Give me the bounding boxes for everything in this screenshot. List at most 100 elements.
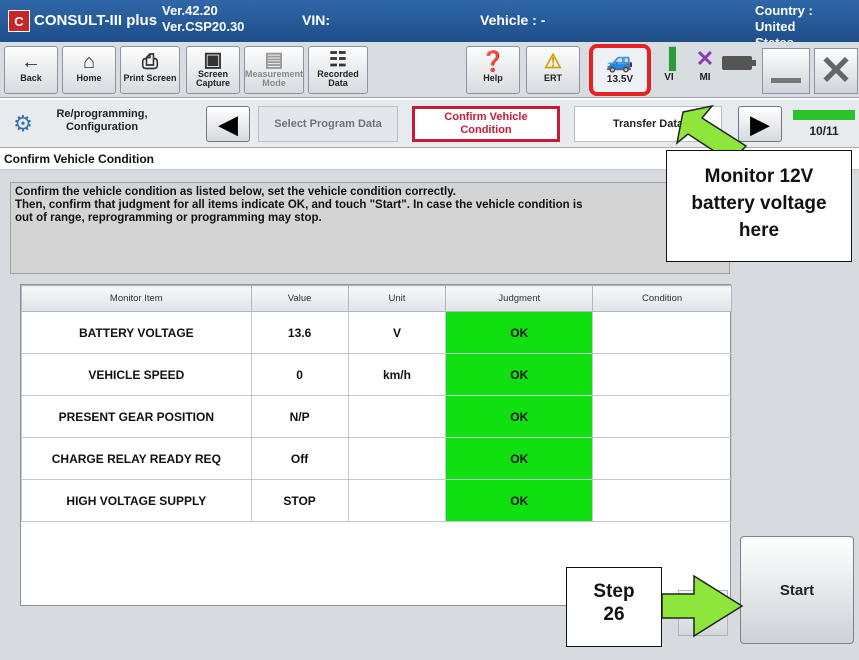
progress-bar [793,110,855,120]
monitor-callout-line-1: Monitor 12V [704,166,814,187]
monitor-condition [592,395,732,438]
reprogramming-icon: ⚙ [13,111,33,136]
back-arrow-icon: ← [21,51,41,73]
monitor-unit [347,395,447,438]
measurement-icon: ▤ [264,49,284,71]
camera-icon: ▣ [203,49,223,71]
vehicle-label: Vehicle : - [480,12,546,28]
instruction-line-1: Confirm the vehicle condition as listed … [15,186,456,198]
judgment-ok: OK [445,395,594,438]
mi-indicator[interactable]: ✕ MI [690,46,720,94]
vi-indicator[interactable]: ▐ VI [654,46,684,94]
minimize-button[interactable] [762,48,810,94]
measurement-mode-button[interactable]: ▤ Measurement Mode [244,46,304,94]
back-button[interactable]: ← Back [4,46,58,94]
breadcrumb-line-2: Configuration [65,121,139,133]
table-row: HIGH VOLTAGE SUPPLY STOP OK [21,479,732,522]
monitor-value: N/P [250,395,349,438]
table-header-row: Monitor Item Value Unit Judgment Conditi… [21,285,732,312]
recorded-data-button[interactable]: ☷ Recorded Data [308,46,368,94]
column-header-judgment: Judgment [445,285,594,312]
printer-icon: ⎙ [142,51,158,73]
vehicle-battery-indicator[interactable]: 🚙 13.5V [589,44,651,96]
table-row: VEHICLE SPEED 0 km/h OK [21,353,732,396]
step-bar: ⚙ Re/programming, Configuration ◀ Select… [0,100,859,148]
breadcrumb: Re/programming, Configuration [46,108,158,134]
measurement-label-2: Mode [262,78,286,88]
battery-icon [722,56,756,70]
monitor-value: Off [250,437,349,480]
ert-button[interactable]: ⚠ ERT [526,46,580,94]
back-label: Back [20,73,42,83]
start-button[interactable]: Start [740,536,854,644]
monitor-item: PRESENT GEAR POSITION [21,395,252,438]
step-select-program-data: Select Program Data [258,106,398,142]
monitor-condition [592,437,732,480]
next-step-button[interactable]: ▶ [738,106,782,142]
car-icon: 🚙 [606,48,634,73]
version-line-2: Ver.CSP20.30 [162,19,245,34]
step-select-program-data-label: Select Program Data [274,117,382,130]
monitor-voltage-callout: Monitor 12V battery voltage here [666,150,852,262]
monitor-item: VEHICLE SPEED [21,353,252,396]
toolbar: ← Back ⌂ Home ⎙ Print Screen ▣ Screen Ca… [0,42,859,98]
previous-step-button[interactable]: ◀ [206,106,250,142]
disconnected-x-icon: ✕ [695,46,715,71]
monitor-value: 0 [250,353,349,396]
monitor-callout-line-3: here [738,220,780,241]
country-line-1: Country : United [755,3,813,34]
column-header-unit: Unit [347,285,447,312]
version-line-1: Ver.42.20 [162,3,218,18]
battery-voltage-readout: 13.5V [606,74,634,85]
judgment-ok: OK [445,311,594,354]
step-transfer-data-label: Transfer Data [612,117,684,130]
monitor-unit [347,479,447,522]
judgment-ok: OK [445,479,594,522]
table-row: CHARGE RELAY READY REQ Off OK [21,437,732,480]
table-row: PRESENT GEAR POSITION N/P OK [21,395,732,438]
column-header-condition: Condition [592,285,732,312]
monitor-callout-line-2: battery voltage [691,193,827,214]
step-confirm-vehicle-condition: Confirm Vehicle Condition [412,106,560,142]
screen-capture-label-2: Capture [195,78,230,88]
step-current-line-2: Condition [460,124,512,136]
table-row: BATTERY VOLTAGE 13.6 V OK [21,311,732,354]
step-current-line-1: Confirm Vehicle [444,111,528,123]
help-button[interactable]: ❓ Help [466,46,520,94]
recorded-label-2: Data [328,78,348,88]
screen-capture-button[interactable]: ▣ Screen Capture [186,46,240,94]
column-header-monitor-item: Monitor Item [21,285,252,312]
warning-icon: ⚠ [544,51,562,73]
judgment-ok: OK [445,437,594,480]
monitor-data-table: Monitor Item Value Unit Judgment Conditi… [21,285,732,522]
title-bar: C CONSULT-III plus Ver.42.20 Ver.CSP20.3… [0,0,859,50]
home-button[interactable]: ⌂ Home [62,46,116,94]
ert-label: ERT [544,73,562,83]
monitor-item: BATTERY VOLTAGE [21,311,252,354]
column-header-value: Value [250,285,349,312]
monitor-value: STOP [250,479,349,522]
mi-label: MI [699,72,711,83]
monitor-unit [347,437,447,480]
home-icon: ⌂ [82,51,96,73]
print-screen-label: Print Screen [123,73,177,83]
judgment-ok: OK [445,353,594,396]
recorded-data-icon: ☷ [329,49,347,71]
vi-label: VI [664,72,674,83]
help-label: Help [483,73,503,83]
step-callout-line-2: 26 [603,604,625,625]
monitor-value: 13.6 [250,311,349,354]
monitor-unit: V [347,311,447,354]
breadcrumb-line-1: Re/programming, [56,108,148,120]
instruction-line-2: Then, confirm that judgment for all item… [15,199,583,211]
monitor-unit: km/h [347,353,447,396]
consult-logo-icon: C [8,10,30,32]
disabled-next-button: ▶ [678,590,728,636]
monitor-condition [592,353,732,396]
vin-label: VIN: [302,12,330,28]
print-screen-button[interactable]: ⎙ Print Screen [120,46,180,94]
step-callout-line-1: Step [593,581,635,602]
monitor-condition [592,311,732,354]
close-button[interactable]: ✕ [814,48,858,94]
version-info: Ver.42.20 Ver.CSP20.30 [162,3,244,35]
